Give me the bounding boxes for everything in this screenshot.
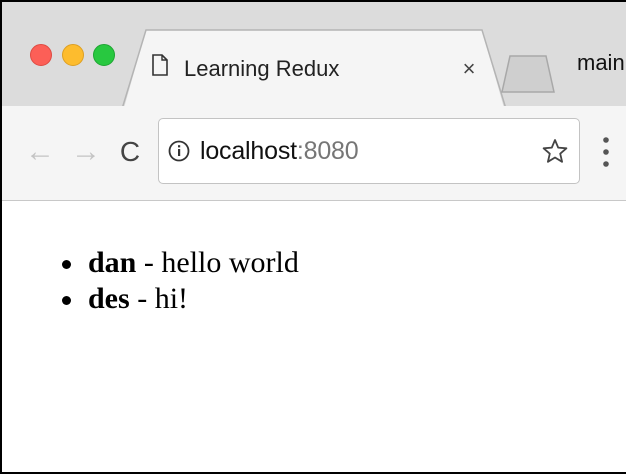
- tab-title: Learning Redux: [184, 56, 340, 81]
- message-text: hello world: [161, 246, 299, 279]
- reload-button[interactable]: C: [114, 130, 146, 174]
- message-list: dan - hello world des - hi!: [62, 245, 299, 317]
- document-icon: [152, 54, 168, 76]
- list-item: des - hi!: [62, 281, 299, 317]
- url-port: :8080: [296, 137, 359, 165]
- back-button[interactable]: ←: [24, 130, 56, 174]
- message-text: hi!: [154, 282, 189, 315]
- url-text[interactable]: localhost:8080: [200, 137, 359, 166]
- info-icon[interactable]: [168, 140, 190, 162]
- message-separator: -: [129, 282, 155, 315]
- minimize-window-button[interactable]: [62, 44, 84, 66]
- tab-strip: Learning Redux × main: [2, 2, 626, 109]
- url-host: localhost: [200, 137, 297, 165]
- profile-label[interactable]: main: [577, 50, 625, 76]
- tab-close-icon[interactable]: ×: [458, 56, 480, 82]
- close-window-button[interactable]: [30, 44, 52, 66]
- list-item: dan - hello world: [62, 245, 299, 281]
- message-user: dan: [88, 246, 137, 279]
- browser-window: Learning Redux × main ← → C localhost:80…: [0, 0, 626, 474]
- message-separator: -: [136, 246, 162, 279]
- message-user: des: [88, 282, 130, 315]
- forward-button[interactable]: →: [70, 130, 102, 174]
- new-tab-button[interactable]: [500, 54, 556, 94]
- page-content: dan - hello world des - hi!: [2, 201, 626, 472]
- menu-kebab-icon[interactable]: [600, 134, 612, 170]
- bookmark-star-icon[interactable]: [542, 138, 568, 164]
- maximize-window-button[interactable]: [93, 44, 115, 66]
